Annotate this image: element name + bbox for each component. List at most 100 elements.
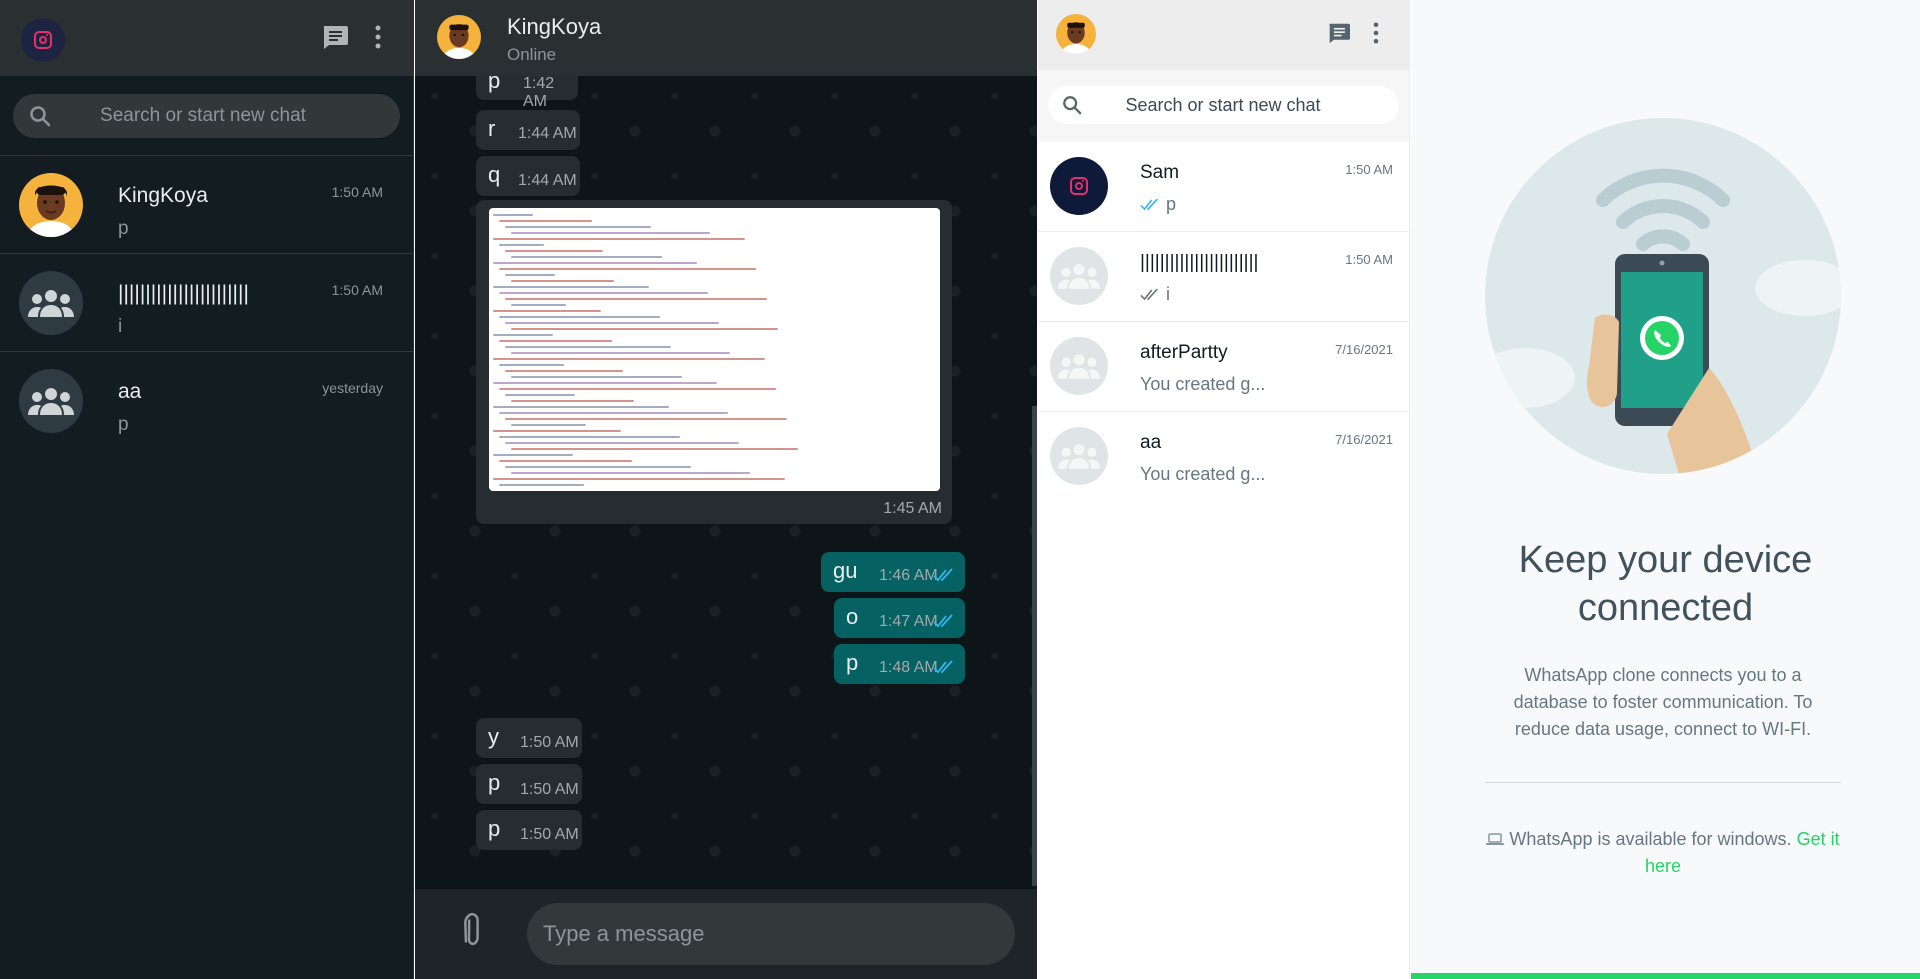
chat-preview-text: i (1166, 284, 1170, 304)
message-time: 1:44 AM (518, 125, 577, 142)
code-line (511, 376, 682, 378)
chat-name: aa (118, 380, 142, 403)
message-area[interactable]: p 1:42 AM r 1:44 AM q 1:44 AM 1:45 AM gu… (415, 76, 1037, 889)
message-bubble-incoming[interactable]: r 1:44 AM (476, 110, 580, 150)
code-line (499, 484, 584, 486)
code-line (505, 298, 767, 300)
message-bubble-incoming[interactable]: y 1:50 AM (476, 718, 582, 758)
code-line (499, 340, 612, 342)
read-ticks-icon (933, 614, 953, 628)
profile-avatar[interactable] (1056, 14, 1096, 54)
chat-name: Sam (1140, 162, 1180, 183)
message-text: q (488, 162, 501, 187)
chat-time: 1:50 AM (1345, 162, 1393, 177)
code-line (511, 400, 634, 402)
chat-list-item[interactable]: |||||||||||||||||||||||| 1:50 AM i (0, 254, 413, 352)
chat-preview: p (1140, 194, 1176, 215)
code-line (499, 220, 592, 222)
code-line (511, 352, 730, 354)
new-chat-icon[interactable] (321, 24, 349, 50)
group-icon (28, 388, 74, 415)
code-line (493, 406, 669, 408)
light-search-input[interactable] (1098, 86, 1378, 124)
code-line (505, 442, 739, 444)
message-bubble-incoming[interactable]: p 1:50 AM (476, 764, 582, 804)
contact-avatar (19, 173, 83, 237)
search-icon (30, 106, 51, 127)
message-time: 1:50 AM (520, 781, 579, 798)
code-line (505, 274, 555, 276)
chat-list-item[interactable]: KingKoya 1:50 AM p (0, 156, 413, 254)
code-line (493, 382, 717, 384)
code-line (493, 454, 573, 456)
code-line (511, 328, 778, 330)
code-line (499, 244, 544, 246)
search-icon (1063, 96, 1082, 115)
message-bubble-outgoing[interactable]: o 1:47 AM (834, 598, 965, 638)
chat-name: |||||||||||||||||||||||| (118, 282, 249, 305)
message-input-box (527, 903, 1015, 965)
group-avatar (1050, 427, 1108, 485)
intro-description: WhatsApp clone connects you to a databas… (1513, 665, 1813, 739)
code-line (493, 358, 765, 360)
code-line (505, 466, 691, 468)
intro-pane: Keep your device connected WhatsApp clon… (1411, 0, 1920, 979)
chat-preview: You created g... (1140, 374, 1266, 394)
code-line (505, 226, 651, 228)
chat-scrollbar[interactable] (1032, 406, 1037, 886)
chat-list-item[interactable]: aa 7/16/2021 You created g... (1038, 412, 1409, 502)
chat-preview: i (118, 316, 123, 337)
message-bubble-outgoing[interactable]: gu 1:46 AM (821, 552, 965, 592)
code-line (505, 250, 603, 252)
group-icon (28, 290, 74, 317)
message-bubble-incoming[interactable]: q 1:44 AM (476, 156, 580, 196)
image-message[interactable]: 1:45 AM (476, 200, 952, 524)
code-line (499, 316, 660, 318)
code-line (499, 460, 632, 462)
chat-list-item[interactable]: afterPartty 7/16/2021 You created g... (1038, 322, 1409, 412)
code-line (493, 430, 621, 432)
message-bubble-incoming[interactable]: p 1:42 AM (476, 76, 578, 110)
chat-name: |||||||||||||||||||||||| (1140, 252, 1259, 273)
menu-icon[interactable] (1373, 22, 1379, 44)
dark-search-input[interactable] (73, 94, 393, 138)
chat-time: 1:50 AM (1345, 252, 1393, 267)
message-time: 1:42 AM (523, 76, 555, 110)
intro-divider (1485, 782, 1841, 783)
chat-time: 1:50 AM (331, 282, 383, 298)
message-text: y (488, 724, 499, 749)
message-time: 1:44 AM (518, 172, 577, 189)
code-line (511, 304, 566, 306)
chat-header[interactable]: KingKoya Online (415, 0, 1037, 76)
new-chat-icon[interactable] (1327, 22, 1351, 44)
chat-preview: p (118, 218, 129, 239)
chat-list-item[interactable]: aa yesterday p (0, 352, 413, 450)
chat-pane: KingKoya Online p 1:42 AM r 1:44 AM q 1:… (415, 0, 1037, 979)
menu-icon[interactable] (375, 25, 381, 49)
code-line (493, 478, 785, 480)
code-line (505, 418, 787, 420)
code-line (499, 412, 728, 414)
group-avatar (1050, 247, 1108, 305)
attach-icon[interactable] (457, 912, 485, 952)
message-bubble-outgoing[interactable]: p 1:48 AM (834, 644, 965, 684)
message-time: 1:48 AM (879, 659, 938, 676)
intro-title: Keep your device connected (1411, 536, 1920, 632)
message-text: o (846, 604, 859, 629)
chat-name: KingKoya (118, 184, 208, 207)
code-line (505, 394, 575, 396)
chat-time: yesterday (322, 380, 383, 396)
message-text: gu (833, 558, 858, 583)
contact-avatar[interactable] (437, 15, 481, 59)
chat-list-item[interactable]: Sam 1:50 AM p (1038, 142, 1409, 232)
message-bubble-incoming[interactable]: p 1:50 AM (476, 810, 582, 850)
image-attachment[interactable] (489, 208, 940, 491)
message-time: 1:45 AM (883, 500, 942, 517)
profile-avatar[interactable] (21, 18, 65, 62)
message-time: 1:50 AM (520, 734, 579, 751)
chat-list-item[interactable]: |||||||||||||||||||||||| 1:50 AM i (1038, 232, 1409, 322)
code-line (499, 364, 564, 366)
message-composer (415, 889, 1037, 979)
message-input[interactable] (543, 903, 993, 965)
laptop-icon (1486, 833, 1505, 845)
